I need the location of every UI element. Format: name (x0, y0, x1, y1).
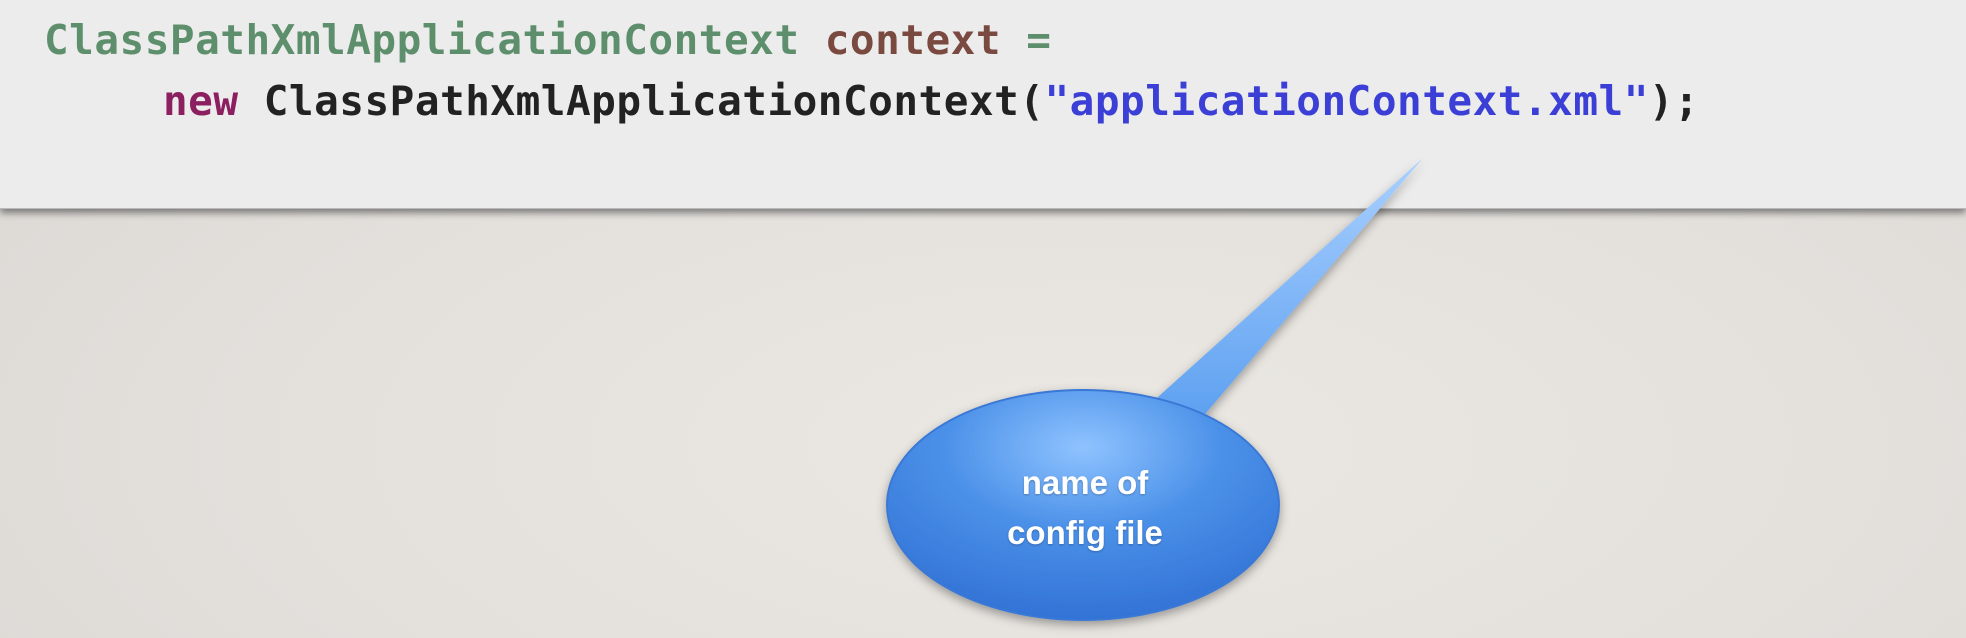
variable-token: context (824, 16, 1002, 64)
code-panel: ClassPathXmlApplicationContext context =… (0, 0, 1966, 209)
code-line-instantiation: new ClassPathXmlApplicationContext("appl… (163, 76, 1699, 126)
callout-text-line-1: name of (1021, 464, 1149, 501)
assignment-operator: = (1026, 16, 1052, 64)
constructor-call: ClassPathXmlApplicationContext( (263, 77, 1045, 125)
callout-text-line-2: config file (1007, 514, 1163, 551)
new-keyword: new (163, 77, 239, 125)
type-token: ClassPathXmlApplicationContext (44, 16, 800, 64)
callout-text: name of config file (888, 458, 1282, 558)
code-line-declaration: ClassPathXmlApplicationContext context = (44, 15, 1051, 65)
closing-punctuation: ); (1648, 77, 1700, 125)
config-file-string: "applicationContext.xml" (1044, 77, 1649, 125)
